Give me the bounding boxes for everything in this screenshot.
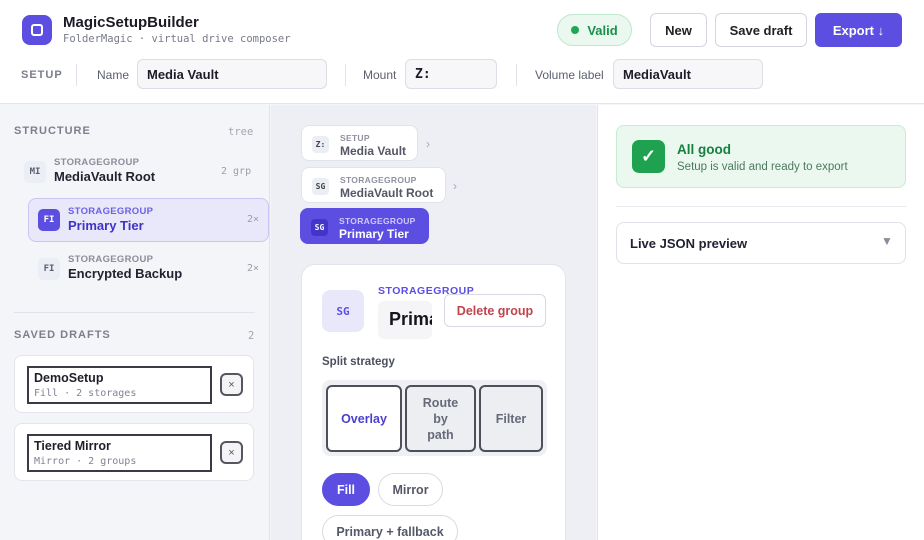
app-subtitle: FolderMagic · virtual drive composer — [63, 33, 291, 45]
tree-item-kind: STORAGEGROUP — [68, 254, 154, 265]
app-title: MagicSetupBuilder — [63, 14, 199, 31]
volume-label-input[interactable]: MediaVault — [613, 59, 763, 89]
tree-item-primary-tier[interactable]: FI STORAGEGROUP Primary Tier 2× — [28, 198, 269, 242]
tree-item-meta: 2× — [247, 263, 260, 274]
breadcrumb-mediavault-root[interactable]: SG STORAGEGROUP MediaVault Root — [301, 167, 446, 203]
breadcrumb-kind: SETUP — [340, 133, 370, 143]
mode-mirror-button[interactable]: Mirror — [378, 473, 443, 506]
draft-card-tiered-mirror[interactable]: Tiered Mirror Mirror · 2 groups × — [14, 423, 254, 481]
draft-load-button[interactable]: DemoSetup Fill · 2 storages — [27, 366, 212, 404]
group-icon: FI — [38, 258, 60, 280]
strategy-filter-button[interactable]: Filter — [479, 385, 543, 452]
tree-item-name: Encrypted Backup — [68, 266, 183, 281]
tree-item-name: Primary Tier — [68, 218, 144, 233]
name-label: Name — [97, 68, 130, 82]
tree-item-meta: 2 grp — [221, 166, 252, 177]
saved-drafts-heading: SAVED DRAFTS — [14, 329, 111, 341]
mount-icon: Z: — [312, 136, 329, 153]
valid-label: Valid — [587, 22, 618, 38]
draft-card-demosetup[interactable]: DemoSetup Fill · 2 storages × — [14, 355, 254, 413]
json-preview-title: Live JSON preview — [630, 236, 748, 251]
group-icon: SG — [311, 219, 328, 236]
draft-name: Tiered Mirror — [34, 439, 111, 453]
setup-section-label: SETUP — [21, 69, 63, 81]
status-subtitle: Setup is valid and ready to export — [677, 161, 848, 173]
group-icon: FI — [38, 209, 60, 231]
delete-draft-close-icon[interactable]: × — [220, 373, 243, 396]
export-button[interactable]: Export ↓ — [815, 13, 902, 47]
mount-input[interactable]: Z: — [405, 59, 497, 89]
divider — [345, 64, 346, 86]
setup-row: SETUP Name Media Vault Mount Z: Volume l… — [0, 58, 924, 92]
split-strategy-selector: Overlay Route by path Filter — [322, 380, 547, 456]
volume-label-label: Volume label — [535, 68, 604, 82]
mount-label: Mount — [363, 68, 397, 82]
mode-primary-fallback-button[interactable]: Primary + fallback — [322, 515, 458, 540]
breadcrumb-primary-tier[interactable]: SG STORAGEGROUP Primary Tier — [300, 208, 429, 244]
save-draft-button[interactable]: Save draft — [715, 13, 807, 47]
draft-load-button[interactable]: Tiered Mirror Mirror · 2 groups — [27, 434, 212, 472]
tree-item-name: MediaVault Root — [54, 169, 156, 184]
group-icon: SG — [312, 178, 329, 195]
group-name-input[interactable]: Primary Tier — [378, 301, 432, 339]
tree-item-encrypted-backup[interactable]: FI STORAGEGROUP Encrypted Backup 2× — [28, 247, 269, 291]
editor-panel: Z: SETUP Media Vault › SG STORAGEGROUP M… — [271, 105, 596, 540]
tree-item-kind: STORAGEGROUP — [54, 157, 140, 168]
json-preview-toggle[interactable]: Live JSON preview ▼ — [616, 222, 906, 264]
split-strategy-label: Split strategy — [322, 356, 395, 368]
breadcrumb-setup[interactable]: Z: SETUP Media Vault — [301, 125, 418, 161]
saved-drafts-count: 2 — [248, 330, 255, 342]
breadcrumb-kind: STORAGEGROUP — [340, 175, 417, 185]
status-title: All good — [677, 142, 731, 157]
group-icon: MI — [24, 161, 46, 183]
chevron-right-icon: › — [426, 137, 430, 151]
breadcrumb-name: Primary Tier — [339, 227, 409, 241]
structure-heading: STRUCTURE — [14, 125, 91, 137]
valid-status-badge: Valid — [557, 14, 632, 46]
divider — [14, 312, 255, 313]
divider — [516, 64, 517, 86]
tree-item-mediavault-root[interactable]: MI STORAGEGROUP MediaVault Root 2 grp — [14, 150, 269, 194]
validation-status-card: ✓ All good Setup is valid and ready to e… — [616, 125, 906, 188]
breadcrumb-name: Media Vault — [340, 144, 407, 158]
app-logo-icon — [22, 15, 52, 45]
mode-fill-button[interactable]: Fill — [322, 473, 370, 506]
left-panel: STRUCTURE tree MI STORAGEGROUP MediaVaul… — [0, 105, 270, 540]
name-input[interactable]: Media Vault — [137, 59, 327, 89]
storagegroup-icon: SG — [322, 290, 364, 332]
breadcrumb-kind: STORAGEGROUP — [339, 216, 416, 226]
strategy-route-by-path-button[interactable]: Route by path — [405, 385, 476, 452]
storagegroup-editor-card: SG STORAGEGROUP Primary Tier Delete grou… — [301, 264, 566, 540]
draft-summary: Fill · 2 storages — [34, 388, 137, 399]
tree-item-kind: STORAGEGROUP — [68, 206, 154, 217]
right-panel: ✓ All good Setup is valid and ready to e… — [597, 105, 924, 540]
strategy-overlay-button[interactable]: Overlay — [326, 385, 402, 452]
check-icon: ✓ — [632, 140, 665, 173]
breadcrumb-name: MediaVault Root — [340, 186, 434, 200]
delete-draft-close-icon[interactable]: × — [220, 441, 243, 464]
chevron-down-icon: ▼ — [881, 234, 893, 248]
tree-item-meta: 2× — [247, 214, 260, 225]
new-button[interactable]: New — [650, 13, 707, 47]
app-header: MagicSetupBuilder FolderMagic · virtual … — [0, 0, 924, 104]
chevron-right-icon: › — [453, 179, 457, 193]
draft-name: DemoSetup — [34, 371, 104, 385]
structure-hint: tree — [228, 126, 254, 138]
divider — [76, 64, 77, 86]
divider — [616, 206, 906, 207]
draft-summary: Mirror · 2 groups — [34, 456, 137, 467]
status-dot-icon — [571, 26, 580, 34]
delete-group-button[interactable]: Delete group — [444, 294, 546, 327]
